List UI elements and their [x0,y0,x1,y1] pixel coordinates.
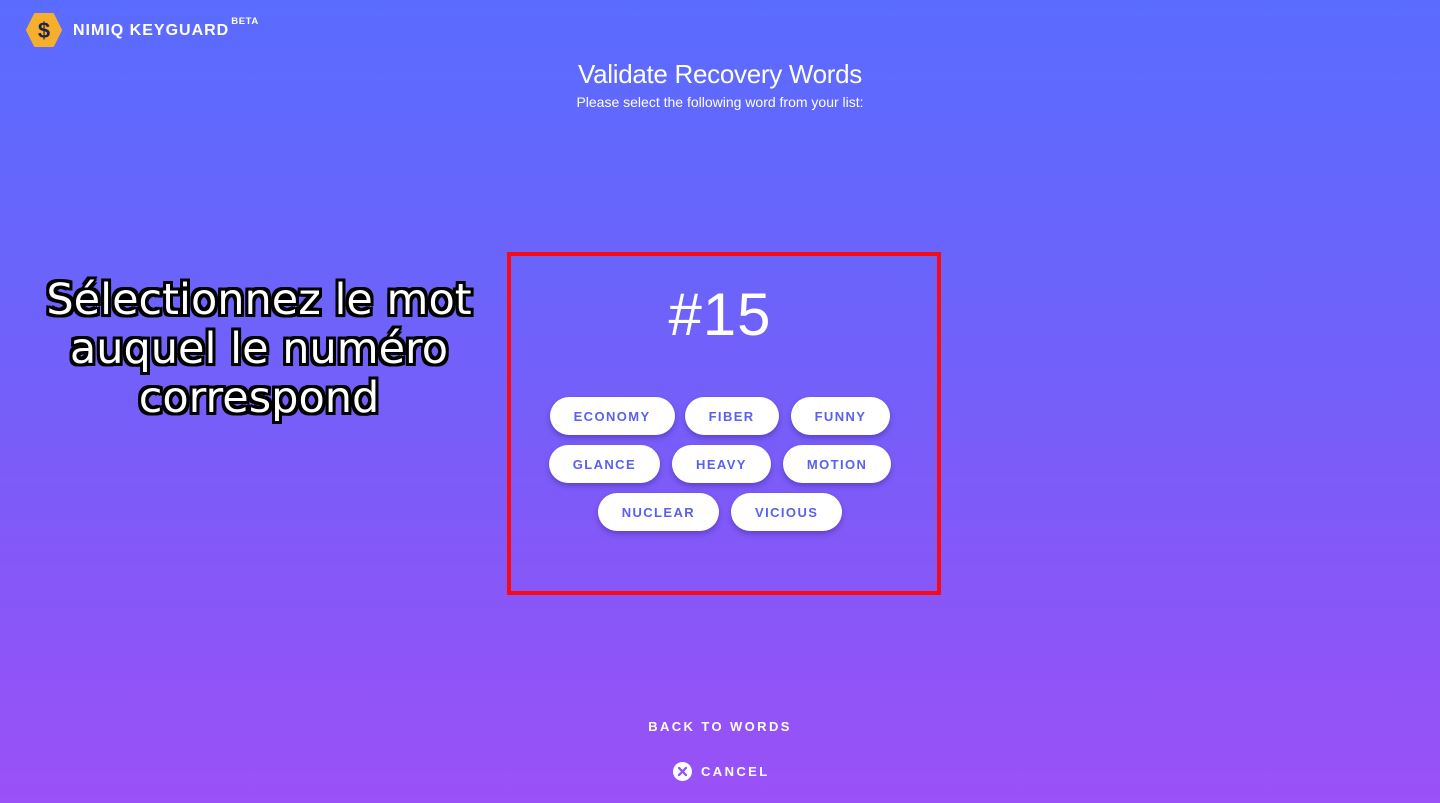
word-option-economy[interactable]: ECONOMY [549,397,675,435]
brand-name: NIMIQ KEYGUARD [73,22,230,39]
cancel-label: CANCEL [701,763,770,779]
page-subtitle: Please select the following word from yo… [576,94,864,110]
svg-text:$: $ [38,18,50,43]
nimiq-hexagon-dollar-icon: $ [26,13,62,47]
cancel-button[interactable]: CANCEL [673,761,770,781]
beta-badge: BETA [231,15,259,27]
close-circle-icon [673,761,692,781]
word-options-row: GLANCE HEAVY MOTION [0,445,1440,483]
word-option-funny[interactable]: FUNNY [790,397,891,435]
word-option-vicious[interactable]: VICIOUS [731,493,843,531]
brand-logo-link[interactable]: $ NIMIQ KEYGUARD BETA [26,13,259,47]
back-to-words-link[interactable]: BACK TO WORDS [0,719,1440,734]
word-options-row: NUCLEAR VICIOUS [0,493,1440,531]
word-option-fiber[interactable]: FIBER [684,397,779,435]
word-option-nuclear[interactable]: NUCLEAR [597,493,720,531]
word-option-heavy[interactable]: HEAVY [672,445,771,483]
page-title: Validate Recovery Words [577,59,863,89]
word-option-motion[interactable]: MOTION [782,445,892,483]
word-option-glance[interactable]: GLANCE [548,445,661,483]
annotation-caption: Sélectionnez le mot auquel le numéro cor… [46,275,472,423]
